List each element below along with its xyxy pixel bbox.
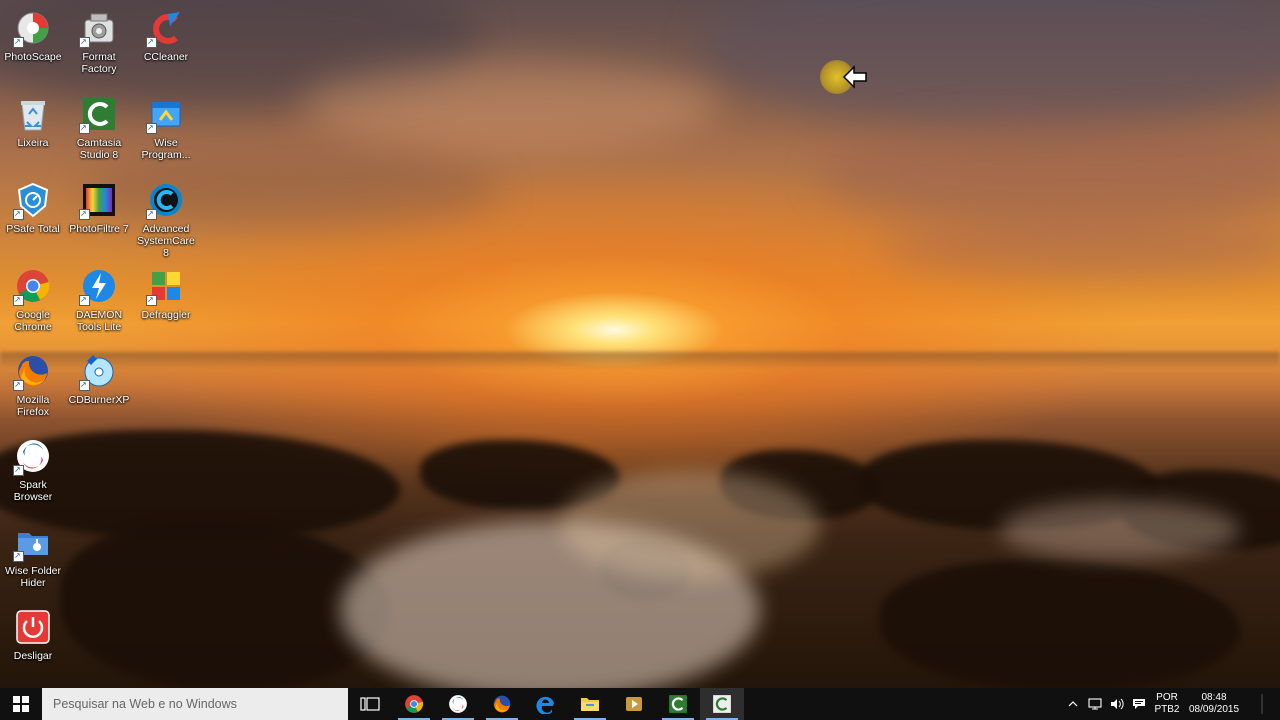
firefox-icon (13, 351, 53, 391)
spark-icon (13, 436, 53, 476)
search-placeholder: Pesquisar na Web e no Windows (53, 697, 237, 711)
daemon-tools-icon (79, 266, 119, 306)
taskbar-chrome[interactable] (392, 688, 436, 720)
clock[interactable]: 08:48 08/09/2015 (1184, 692, 1244, 716)
desktop-icon-label: Format Factory (81, 51, 117, 75)
photoscape-icon (13, 8, 53, 48)
desktop-icon-psafe[interactable]: PSafe Total (0, 176, 66, 235)
speaker-icon (1111, 698, 1124, 710)
clock-time: 08:48 (1201, 692, 1227, 703)
desktop-icon-firefox[interactable]: Mozilla Firefox (0, 347, 66, 418)
desktop-icon-daemon-tools[interactable]: DAEMON Tools Lite (66, 262, 132, 333)
taskbar-media-player[interactable] (612, 688, 656, 720)
desktop-icon-wise-folder-hider[interactable]: Wise Folder Hider (0, 518, 66, 589)
desktop-icon-label: Mozilla Firefox (16, 394, 50, 418)
desktop-icon-label: Defraggler (141, 309, 191, 321)
chevron-up-icon (1068, 701, 1078, 707)
advanced-systemcare-icon (146, 180, 186, 220)
clock-date: 08/09/2015 (1188, 704, 1240, 715)
network-button[interactable] (1084, 688, 1106, 720)
desktop-icon-label: Wise Program... (141, 137, 191, 161)
task-view-icon (360, 697, 380, 711)
chrome-icon (405, 695, 424, 713)
windows-logo-icon (13, 696, 29, 712)
taskbar-edge[interactable] (524, 688, 568, 720)
desktop-icon-defraggler[interactable]: Defraggler (133, 262, 199, 321)
desktop-icon-label: Lixeira (17, 137, 49, 149)
message-icon (1133, 699, 1145, 709)
taskbar-file-explorer[interactable] (568, 688, 612, 720)
wise-program-icon (146, 94, 186, 134)
task-view-button[interactable] (348, 688, 392, 720)
edge-icon (536, 696, 554, 714)
action-center-button[interactable] (1128, 688, 1150, 720)
language-code: POR (1156, 692, 1178, 703)
start-button[interactable] (0, 688, 42, 720)
desktop-icon-label: Wise Folder Hider (4, 565, 61, 589)
taskbar: Pesquisar na Web e no Windows POR PTB2 0… (0, 688, 1280, 720)
spark-icon (449, 695, 467, 713)
ccleaner-icon (146, 8, 186, 48)
taskbar-firefox[interactable] (480, 688, 524, 720)
folder-hider-icon (13, 522, 53, 562)
taskbar-camtasia-recorder[interactable] (700, 688, 744, 720)
desktop-icon-ccleaner[interactable]: CCleaner (133, 4, 199, 63)
power-icon (13, 607, 53, 647)
desktop-icon-label: CCleaner (143, 51, 189, 63)
desktop-icon-recycle-bin[interactable]: Lixeira (0, 90, 66, 149)
desktop-icon-wise-program[interactable]: Wise Program... (133, 90, 199, 161)
desktop-icon-chrome[interactable]: Google Chrome (0, 262, 66, 333)
photofiltre-icon (79, 180, 119, 220)
keyboard-layout: PTB2 (1154, 704, 1180, 715)
desktop-icon-label: CDBurnerXP (68, 394, 130, 406)
folder-icon (581, 698, 599, 711)
desktop-icon-spark[interactable]: Spark Browser (0, 432, 66, 503)
recycle-bin-icon (13, 94, 53, 134)
firefox-icon (493, 695, 511, 713)
show-desktop-button[interactable] (1244, 688, 1280, 720)
format-factory-icon (79, 8, 119, 48)
desktop-icon-label: PhotoScape (4, 51, 62, 63)
search-box[interactable]: Pesquisar na Web e no Windows (42, 688, 348, 720)
desktop-icon-label: PSafe Total (6, 223, 60, 235)
defraggler-icon (146, 266, 186, 306)
cdburner-icon (79, 351, 119, 391)
notifications-icon (1261, 694, 1263, 714)
psafe-icon (13, 180, 53, 220)
camtasia-icon (669, 695, 687, 713)
camtasia-icon (713, 695, 731, 713)
system-tray: POR PTB2 08:48 08/09/2015 (1062, 688, 1280, 720)
desktop-icon-label: DAEMON Tools Lite (75, 309, 123, 333)
desktop-icon-label: Google Chrome (14, 309, 52, 333)
desktop-icon-label: Spark Browser (13, 479, 53, 503)
desktop-icon-photoscape[interactable]: PhotoScape (0, 4, 66, 63)
input-language-indicator[interactable]: POR PTB2 (1150, 692, 1184, 716)
media-player-icon (626, 697, 642, 711)
desktop-icon-desligar[interactable]: Desligar (0, 603, 66, 662)
desktop-icon-photofiltre[interactable]: PhotoFiltre 7 (66, 176, 132, 235)
network-icon (1088, 698, 1102, 710)
desktop-icon-label: Advanced SystemCare 8 (137, 223, 195, 259)
volume-button[interactable] (1106, 688, 1128, 720)
desktop-icon-label: Desligar (13, 650, 53, 662)
desktop-icon-camtasia[interactable]: Camtasia Studio 8 (66, 90, 132, 161)
show-hidden-icons-button[interactable] (1062, 688, 1084, 720)
desktop-icon-cdburnerxp[interactable]: CDBurnerXP (66, 347, 132, 406)
desktop-icon-advanced-systemcare[interactable]: Advanced SystemCare 8 (133, 176, 199, 259)
camtasia-icon (79, 94, 119, 134)
mouse-pointer-icon (840, 64, 870, 95)
taskbar-camtasia[interactable] (656, 688, 700, 720)
taskbar-spark[interactable] (436, 688, 480, 720)
desktop-icon-format-factory[interactable]: Format Factory (66, 4, 132, 75)
chrome-icon (13, 266, 53, 306)
desktop-icon-label: PhotoFiltre 7 (69, 223, 129, 235)
desktop-icon-label: Camtasia Studio 8 (76, 137, 122, 161)
